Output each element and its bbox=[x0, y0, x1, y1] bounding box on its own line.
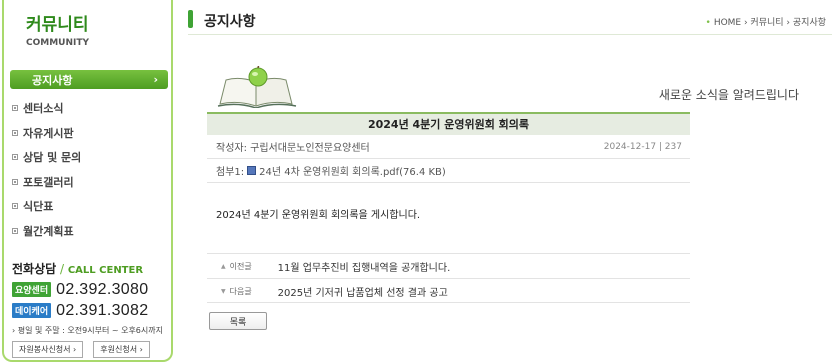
sidebar-item-label: 공지사항 bbox=[32, 73, 73, 87]
sidebar-item-label: 상담 및 문의 bbox=[23, 151, 82, 165]
next-post-label: 다음글 bbox=[229, 286, 252, 296]
donation-form-button[interactable]: 후원신청서 › bbox=[93, 341, 150, 358]
call-line-daycare: 데이케어 02.391.3082 bbox=[12, 302, 172, 319]
sidebar-item-photo-gallery[interactable]: 포토갤러리 bbox=[12, 170, 170, 195]
arrow-down-icon: ▼ bbox=[221, 287, 226, 295]
bullet-icon bbox=[12, 227, 18, 234]
call-hours: › 평일 및 주말 : 오전9시부터 ~ 오후6시까지 bbox=[12, 326, 163, 335]
bullet-icon bbox=[12, 178, 18, 185]
sidebar-item-label: 식단표 bbox=[23, 200, 54, 214]
call-title-en: CALL CENTER bbox=[67, 265, 144, 276]
prev-post-link[interactable]: 11월 업무추진비 집행내역을 공개합니다. bbox=[278, 259, 451, 274]
bullet-icon bbox=[12, 105, 18, 112]
sidebar-item-label: 자유게시판 bbox=[23, 126, 74, 140]
arrow-up-icon: ▲ bbox=[221, 262, 226, 270]
list-button[interactable]: 목록 bbox=[209, 312, 267, 330]
post-title: 2024년 4분기 운영위원회 회의록 bbox=[207, 112, 690, 135]
post-attachment-row: 첨부1: 24년 4차 운영위원회 회의록.pdf(76.4 KB) bbox=[207, 159, 690, 183]
chevron-right-icon: › bbox=[153, 73, 158, 86]
post-body: 2024년 4분기 운영위원회 회의록을 게시합니다. bbox=[216, 210, 421, 221]
sidebar: 커뮤니티 COMMUNITY 공지사항 › 센터소식 자유게시판 상담 및 문의… bbox=[2, 0, 173, 362]
title-marker bbox=[188, 10, 193, 28]
post-meta-author: 작성자: 구립서대문노인전문요양센터 2024-12-17 | 237 bbox=[207, 135, 690, 159]
book-apple-icon bbox=[217, 66, 297, 108]
post-date-views: 2024-12-17 | 237 bbox=[603, 141, 682, 152]
call-center-title: 전화상담 / CALL CENTER bbox=[12, 260, 172, 277]
sidebar-item-notice[interactable]: 공지사항 › bbox=[10, 70, 168, 89]
next-post-link[interactable]: 2025년 기저귀 납품업체 선정 결과 공고 bbox=[278, 284, 448, 299]
call-line-care-center: 요양센터 02.392.3080 bbox=[12, 281, 172, 298]
breadcrumb: • HOME › 커뮤니티 › 공지사항 bbox=[706, 15, 827, 28]
care-center-phone: 02.392.3080 bbox=[56, 280, 149, 298]
page-title: 공지사항 bbox=[204, 14, 256, 30]
header-divider bbox=[188, 34, 832, 35]
call-center: 전화상담 / CALL CENTER 요양센터 02.392.3080 데이케어… bbox=[12, 260, 172, 358]
page-header: 공지사항 • HOME › 커뮤니티 › 공지사항 bbox=[188, 8, 832, 34]
file-icon bbox=[247, 166, 257, 175]
sidebar-item-menu[interactable]: 식단표 bbox=[12, 194, 170, 219]
care-center-badge: 요양센터 bbox=[12, 282, 52, 297]
sidebar-item-label: 월간계획표 bbox=[23, 224, 74, 238]
daycare-phone: 02.391.3082 bbox=[56, 301, 149, 319]
next-post-row[interactable]: ▼ 다음글 2025년 기저귀 납품업체 선정 결과 공고 bbox=[207, 278, 690, 303]
breadcrumb-text: HOME › 커뮤니티 › 공지사항 bbox=[713, 18, 826, 28]
call-title-slash: / bbox=[56, 262, 68, 276]
sidebar-item-label: 센터소식 bbox=[23, 102, 64, 116]
post-author: 작성자: 구립서대문노인전문요양센터 bbox=[216, 143, 370, 154]
volunteer-form-button[interactable]: 자원봉사신청서 › bbox=[12, 341, 84, 358]
prev-post-row[interactable]: ▲ 이전글 11월 업무추진비 집행내역을 공개합니다. bbox=[207, 253, 690, 278]
prev-post-label: 이전글 bbox=[229, 261, 252, 271]
bullet-icon bbox=[12, 129, 18, 136]
sidebar-menu: 센터소식 자유게시판 상담 및 문의 포토갤러리 식단표 월간계획표 bbox=[12, 96, 170, 243]
sidebar-item-center-news[interactable]: 센터소식 bbox=[12, 96, 170, 121]
bullet-icon bbox=[12, 203, 18, 210]
bullet-icon bbox=[12, 154, 18, 161]
daycare-badge: 데이케어 bbox=[12, 303, 52, 318]
sidebar-item-monthly-plan[interactable]: 월간계획표 bbox=[12, 219, 170, 244]
attachment-label: 첨부1: bbox=[216, 167, 245, 178]
attachment-link[interactable]: 24년 4차 운영위원회 회의록.pdf(76.4 KB) bbox=[259, 163, 446, 178]
sidebar-item-free-board[interactable]: 자유게시판 bbox=[12, 121, 170, 146]
call-buttons: 자원봉사신청서 › 후원신청서 › bbox=[12, 341, 172, 358]
section-slogan: 새로운 소식을 알려드립니다 bbox=[658, 88, 799, 102]
sidebar-brand: 커뮤니티 COMMUNITY bbox=[26, 10, 89, 48]
bullet-icon: • bbox=[705, 18, 711, 28]
call-title-ko: 전화상담 bbox=[12, 262, 57, 276]
brand-title: 커뮤니티 bbox=[26, 15, 89, 35]
sidebar-item-label: 포토갤러리 bbox=[23, 175, 74, 189]
nav-divider bbox=[207, 302, 690, 303]
sidebar-item-consult[interactable]: 상담 및 문의 bbox=[12, 145, 170, 170]
brand-subtitle: COMMUNITY bbox=[26, 38, 90, 48]
